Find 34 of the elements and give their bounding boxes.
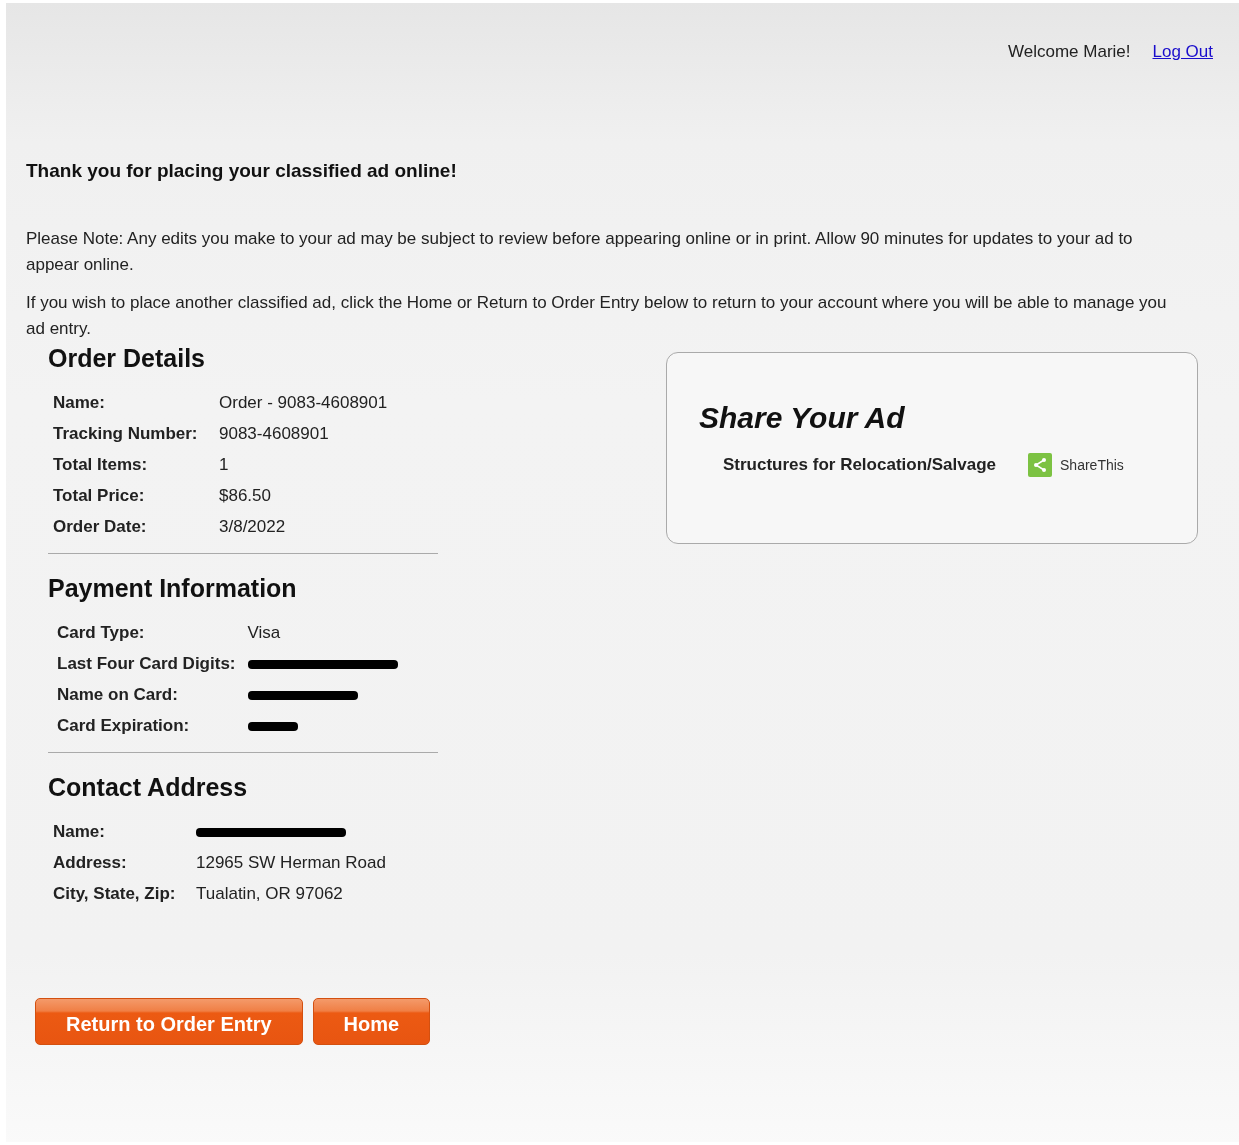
field-label: Order Date: bbox=[53, 517, 148, 537]
nav-button[interactable]: Home bbox=[312, 998, 431, 1045]
note-text: Please Note: Any edits you make to your ad may be subject to review before appearing online or in print. Allow 90 minutes for updates to your ad to appear online. bbox=[26, 228, 1134, 276]
section-heading: Contact Address bbox=[48, 773, 249, 802]
confirmation-title: Thank you for placing your classified ad online! bbox=[26, 160, 458, 182]
field-value: Tualatin, OR 97062 bbox=[196, 884, 344, 904]
field-value: $86.50 bbox=[219, 486, 272, 506]
field-label: Last Four Card Digits: bbox=[57, 654, 236, 674]
logout-link[interactable]: Log Out bbox=[1152, 42, 1213, 62]
field-label: Name: bbox=[53, 822, 106, 842]
section-heading: Payment Information bbox=[48, 574, 298, 603]
field-value: Visa bbox=[247, 623, 282, 643]
note-text: If you wish to place another classified ad, click the Home or Return to Order Entry below to return to your account where you will be able to manage you ad entry. bbox=[26, 292, 1168, 340]
share-icon[interactable] bbox=[1028, 453, 1053, 477]
field-label: City, State, Zip: bbox=[53, 884, 177, 904]
field-label: Name on Card: bbox=[57, 685, 179, 705]
field-label: Card Expiration: bbox=[57, 716, 191, 736]
nav-button[interactable]: Return to Order Entry bbox=[35, 998, 303, 1045]
field-label: Total Items: bbox=[53, 455, 149, 475]
field-label: Tracking Number: bbox=[53, 424, 199, 444]
field-label: Name: bbox=[53, 393, 106, 413]
ad-title: Structures for Relocation/Salvage bbox=[723, 455, 997, 475]
field-value: 9083-4608901 bbox=[219, 424, 330, 444]
share-heading: Share Your Ad bbox=[699, 401, 906, 435]
field-value: 1 bbox=[219, 455, 230, 475]
section-heading: Order Details bbox=[48, 344, 206, 373]
field-label: Address: bbox=[53, 853, 128, 873]
field-value: Order - 9083-4608901 bbox=[219, 393, 388, 413]
field-label: Total Price: bbox=[53, 486, 146, 506]
field-value: 3/8/2022 bbox=[219, 517, 287, 537]
share-link[interactable]: ShareThis bbox=[1060, 457, 1124, 473]
field-label: Card Type: bbox=[57, 623, 146, 643]
field-value: 12965 SW Herman Road bbox=[196, 853, 386, 873]
welcome-text: Welcome Marie! bbox=[1008, 42, 1131, 62]
